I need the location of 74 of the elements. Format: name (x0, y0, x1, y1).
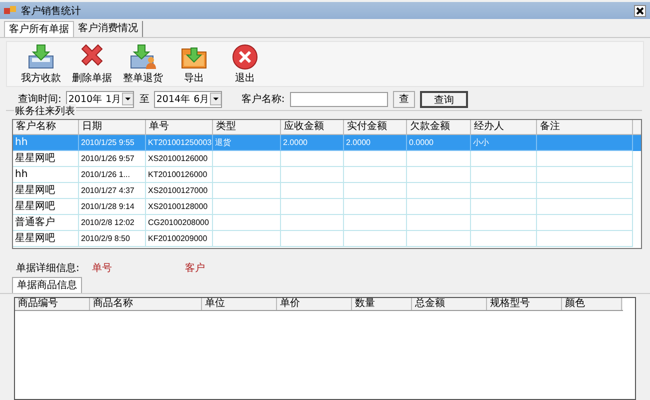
detail-label: 单据详细信息: (16, 262, 80, 275)
table-cell: 退货 (215, 138, 231, 147)
table-cell: CG20100208000 (148, 218, 209, 227)
table-cell: 星星网吧 (15, 233, 55, 244)
query-button[interactable]: 查 (392, 90, 415, 108)
column-header[interactable]: 客户名称 (13, 120, 79, 134)
table-cell: 2010/1/28 9:14 (81, 202, 134, 211)
to-dropdown[interactable]: 2014年 6月 (154, 90, 222, 108)
tray-person-icon (129, 44, 157, 70)
table-cell: 普通客户 (15, 217, 55, 228)
toolbar-button[interactable]: 删除单据 (68, 42, 116, 87)
table-cell: XS20100127000 (148, 186, 208, 195)
toolbar-button[interactable]: 整单退货 (119, 42, 167, 87)
to-label: 至 (139, 93, 150, 106)
exit-icon (231, 44, 259, 70)
column-header[interactable]: 应收金额 (281, 120, 344, 134)
column-header[interactable]: 单价 (277, 298, 352, 310)
group-title: 账务往来列表 (14, 104, 76, 118)
table-row[interactable]: 星星网吧 2010/1/28 9:14 XS20100128000 (13, 199, 641, 215)
table-cell: XS20100128000 (148, 202, 208, 211)
query-time-label: 查询时间: (18, 92, 62, 106)
column-header[interactable]: 欠款金额 (407, 120, 471, 134)
column-header[interactable]: 商品编号 (15, 298, 90, 310)
table-cell: KT201001250003 (148, 138, 212, 147)
table-row[interactable]: hh 2010/1/26 1... KT20100126000 (13, 167, 641, 183)
tab[interactable]: 单据商品信息 (12, 277, 82, 293)
table-cell: 2010/1/26 9:57 (81, 154, 134, 163)
table-cell: XS20100126000 (148, 154, 208, 163)
column-header[interactable]: 商品名称 (90, 298, 202, 310)
column-header[interactable]: 类型 (213, 120, 281, 134)
table-cell: 2010/1/27 4:37 (81, 186, 134, 195)
column-header[interactable]: 日期 (79, 120, 146, 134)
table-row[interactable]: 普通客户 2010/2/8 12:02 CG20100208000 (13, 215, 641, 231)
column-header[interactable]: 总金额 (412, 298, 487, 310)
customer-name-label: 客户名称: (241, 92, 285, 106)
column-header[interactable]: 数量 (352, 298, 412, 310)
app-icon (4, 4, 16, 16)
column-header[interactable]: 经办人 (471, 120, 537, 134)
table-cell: hh (15, 169, 28, 180)
column-header[interactable]: 单号 (146, 120, 213, 134)
tray-download-icon (27, 44, 55, 70)
toolbar-button[interactable]: 导出 (170, 42, 218, 87)
order-number-label: 单号 (92, 262, 113, 275)
toolbar-button[interactable]: 我方收款 (17, 42, 65, 87)
customer-name-field[interactable] (290, 92, 388, 106)
table-cell: 2010/2/9 8:50 (81, 234, 130, 243)
tab[interactable]: 客户所有单据 (4, 21, 74, 37)
table-cell: KT20100126000 (148, 170, 208, 179)
tab[interactable]: 客户消费情况 (74, 21, 143, 37)
customer-label: 客户 (185, 262, 205, 275)
table-cell: 2010/2/8 12:02 (81, 218, 134, 227)
toolbar-button[interactable]: 退出 (221, 42, 269, 87)
close-icon[interactable] (634, 4, 646, 16)
table-cell: 0.0000 (409, 138, 434, 147)
table-row[interactable]: 星星网吧 2010/1/26 9:57 XS20100126000 (13, 151, 641, 167)
column-header[interactable]: 单位 (202, 298, 277, 310)
table-row[interactable]: 星星网吧 2010/1/27 4:37 XS20100127000 (13, 183, 641, 199)
table-row[interactable]: 星星网吧 2010/2/9 8:50 KF20100209000 (13, 231, 641, 247)
column-header[interactable]: 颜色 (562, 298, 622, 310)
column-header[interactable]: 备注 (537, 120, 633, 134)
table-cell: 2.0000 (283, 138, 308, 147)
column-header[interactable]: 规格型号 (487, 298, 562, 310)
table-cell: 星星网吧 (15, 201, 55, 212)
window-title: 客户销售统计 (21, 4, 81, 18)
column-header[interactable]: 实付金额 (344, 120, 407, 134)
table-cell: 星星网吧 (15, 153, 55, 164)
table-cell: 2010/1/26 1... (81, 170, 130, 179)
table-cell: 小小 (473, 138, 489, 147)
query-button[interactable]: 查询 (420, 90, 468, 108)
table-cell: KF20100209000 (148, 234, 208, 243)
table-cell: 2010/1/25 9:55 (81, 138, 134, 147)
table-cell: 星星网吧 (15, 185, 55, 196)
table-cell: hh (15, 137, 28, 148)
table-cell: 2.0000 (346, 138, 370, 147)
